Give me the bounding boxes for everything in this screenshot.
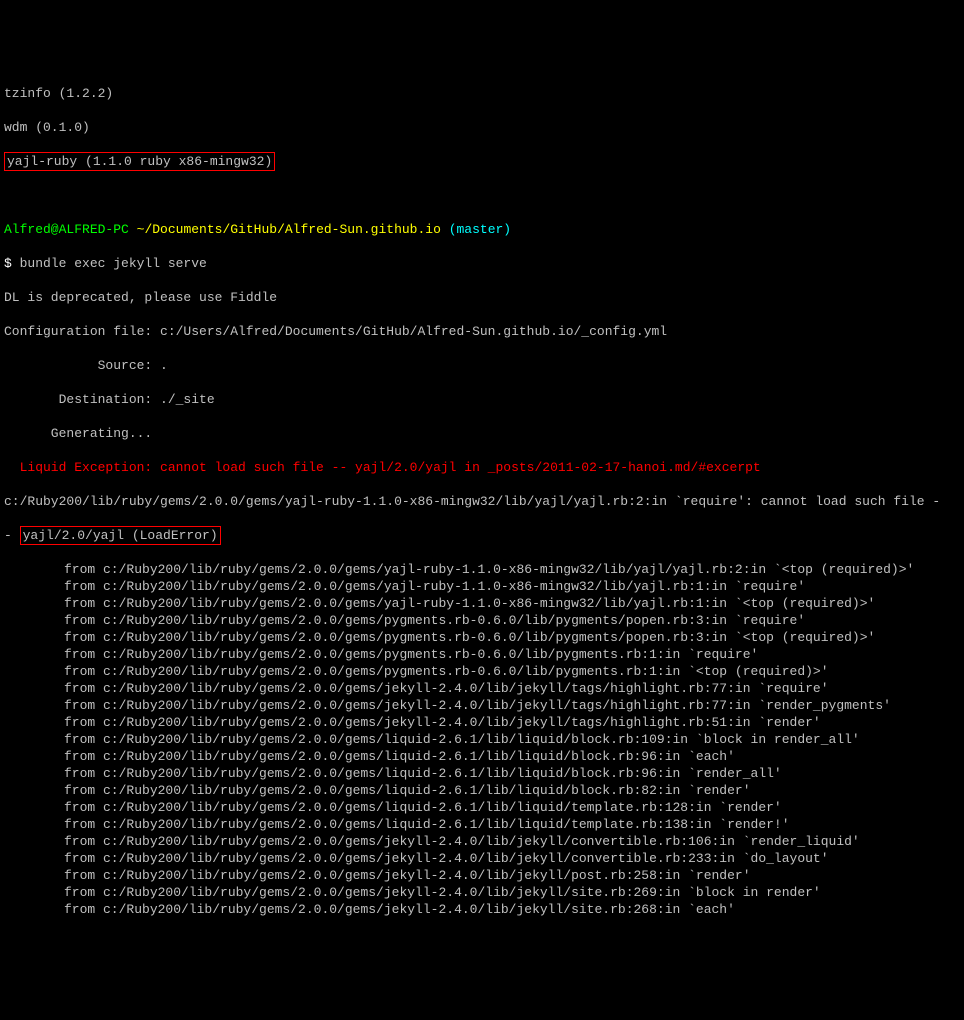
command-line[interactable]: $ bundle exec jekyll serve: [0, 255, 964, 272]
stack-trace-line: from c:/Ruby200/lib/ruby/gems/2.0.0/gems…: [0, 561, 964, 578]
stack-trace-line: from c:/Ruby200/lib/ruby/gems/2.0.0/gems…: [0, 680, 964, 697]
prompt-line[interactable]: Alfred@ALFRED-PC ~/Documents/GitHub/Alfr…: [0, 221, 964, 238]
command-text: bundle exec jekyll serve: [20, 256, 207, 271]
stack-trace-line: from c:/Ruby200/lib/ruby/gems/2.0.0/gems…: [0, 816, 964, 833]
stack-trace-line: from c:/Ruby200/lib/ruby/gems/2.0.0/gems…: [0, 799, 964, 816]
stack-trace-line: from c:/Ruby200/lib/ruby/gems/2.0.0/gems…: [0, 714, 964, 731]
stack-trace-line: from c:/Ruby200/lib/ruby/gems/2.0.0/gems…: [0, 629, 964, 646]
stack-trace: from c:/Ruby200/lib/ruby/gems/2.0.0/gems…: [0, 561, 964, 918]
output-line: Source: .: [0, 357, 964, 374]
stack-trace-line: from c:/Ruby200/lib/ruby/gems/2.0.0/gems…: [0, 782, 964, 799]
stack-trace-line: from c:/Ruby200/lib/ruby/gems/2.0.0/gems…: [0, 663, 964, 680]
prompt-symbol: $: [4, 256, 20, 271]
stack-trace-line: from c:/Ruby200/lib/ruby/gems/2.0.0/gems…: [0, 612, 964, 629]
error-trace-head: - yajl/2.0/yajl (LoadError): [0, 527, 964, 544]
stack-trace-line: from c:/Ruby200/lib/ruby/gems/2.0.0/gems…: [0, 578, 964, 595]
gem-line: wdm (0.1.0): [0, 119, 964, 136]
stack-trace-line: from c:/Ruby200/lib/ruby/gems/2.0.0/gems…: [0, 867, 964, 884]
output-line: Generating...: [0, 425, 964, 442]
stack-trace-line: from c:/Ruby200/lib/ruby/gems/2.0.0/gems…: [0, 901, 964, 918]
terminal-output: tzinfo (1.2.2) wdm (0.1.0) yajl-ruby (1.…: [0, 68, 964, 935]
stack-trace-line: from c:/Ruby200/lib/ruby/gems/2.0.0/gems…: [0, 697, 964, 714]
highlight-box: yajl-ruby (1.1.0 ruby x86-mingw32): [4, 152, 275, 171]
stack-trace-line: from c:/Ruby200/lib/ruby/gems/2.0.0/gems…: [0, 731, 964, 748]
cwd-path: ~/Documents/GitHub/Alfred-Sun.github.io: [137, 222, 441, 237]
stack-trace-line: from c:/Ruby200/lib/ruby/gems/2.0.0/gems…: [0, 595, 964, 612]
blank-line: [0, 187, 964, 204]
git-branch: (master): [441, 222, 511, 237]
output-line: Destination: ./_site: [0, 391, 964, 408]
error-trace-head: c:/Ruby200/lib/ruby/gems/2.0.0/gems/yajl…: [0, 493, 964, 510]
gem-line: tzinfo (1.2.2): [0, 85, 964, 102]
stack-trace-line: from c:/Ruby200/lib/ruby/gems/2.0.0/gems…: [0, 884, 964, 901]
highlight-box: yajl/2.0/yajl (LoadError): [20, 526, 221, 545]
user-host: Alfred@ALFRED-PC: [4, 222, 129, 237]
stack-trace-line: from c:/Ruby200/lib/ruby/gems/2.0.0/gems…: [0, 850, 964, 867]
stack-trace-line: from c:/Ruby200/lib/ruby/gems/2.0.0/gems…: [0, 765, 964, 782]
stack-trace-line: from c:/Ruby200/lib/ruby/gems/2.0.0/gems…: [0, 833, 964, 850]
gem-line-highlighted: yajl-ruby (1.1.0 ruby x86-mingw32): [0, 153, 964, 170]
output-line: Configuration file: c:/Users/Alfred/Docu…: [0, 323, 964, 340]
output-line: DL is deprecated, please use Fiddle: [0, 289, 964, 306]
liquid-exception-line: Liquid Exception: cannot load such file …: [0, 459, 964, 476]
stack-trace-line: from c:/Ruby200/lib/ruby/gems/2.0.0/gems…: [0, 748, 964, 765]
stack-trace-line: from c:/Ruby200/lib/ruby/gems/2.0.0/gems…: [0, 646, 964, 663]
